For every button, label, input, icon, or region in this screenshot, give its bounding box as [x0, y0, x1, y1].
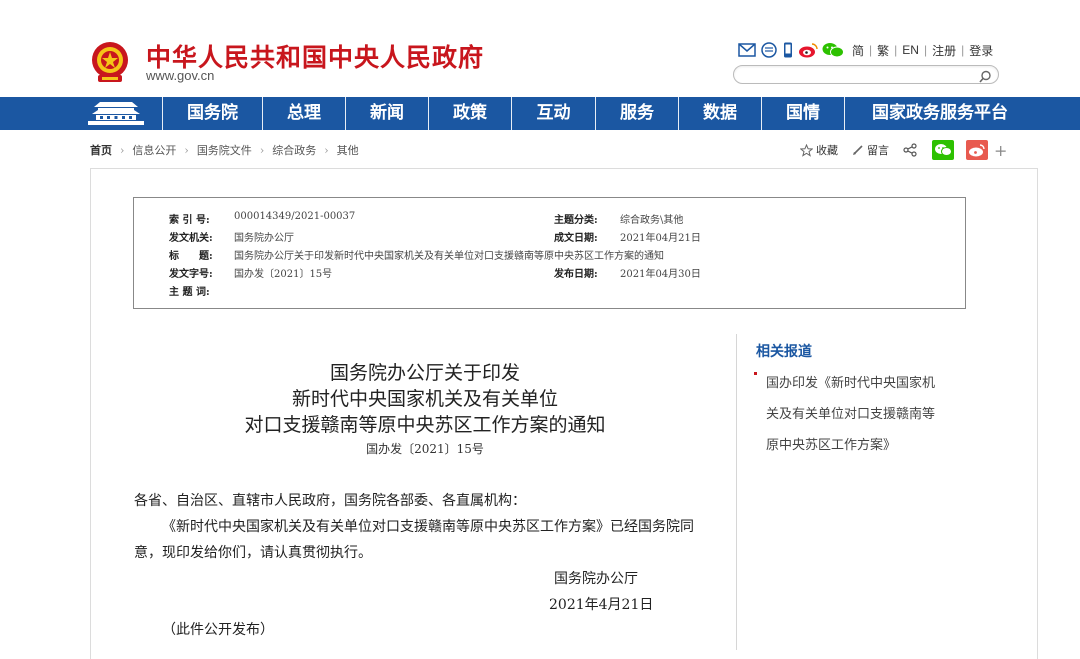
article-title-line-3: 对口支援赣南等原中央苏区工作方案的通知 — [244, 414, 606, 436]
related-item-line-1[interactable]: 国办印发《新时代中央国家机 — [766, 372, 935, 391]
breadcrumb-general-affairs[interactable]: 综合政务 — [272, 142, 316, 158]
related-item-line-2[interactable]: 关及有关单位对口支援赣南等 — [766, 403, 935, 422]
chat-icon[interactable] — [760, 42, 778, 58]
search-icon[interactable] — [979, 68, 992, 83]
share-icon — [903, 143, 917, 157]
created-date-value: 2021年04月21日 — [620, 233, 701, 244]
nav-item-news[interactable]: 新闻 — [346, 97, 428, 130]
title-label: 标 题: — [169, 251, 213, 262]
article-title-line-2: 新时代中央国家机关及有关单位 — [291, 388, 558, 410]
title-value: 国务院办公厅关于印发新时代中央国家机关及有关单位对口支援赣南等原中央苏区工作方案… — [234, 251, 664, 262]
article-doc-number: 国办发〔2021〕15号 — [366, 442, 484, 456]
favorite-label: 收藏 — [816, 144, 838, 157]
breadcrumb-info-disclosure[interactable]: 信息公开 — [132, 142, 176, 158]
chevron-right-icon: › — [184, 143, 189, 157]
comment-button[interactable]: 留言 — [852, 142, 889, 158]
category-value: 综合政务\其他 — [620, 215, 684, 226]
mobile-icon[interactable] — [782, 42, 794, 58]
doc-no-label: 发文字号: — [169, 269, 213, 280]
nav-item-national-info[interactable]: 国情 — [762, 97, 844, 130]
comment-label: 留言 — [867, 144, 889, 157]
search-box — [733, 65, 999, 87]
weibo-share-button[interactable] — [966, 140, 988, 160]
separator: | — [894, 43, 898, 57]
article-paragraph-line-2: 意，现印发给你们，请认真贯彻执行。 — [134, 545, 372, 561]
login-link[interactable]: 登录 — [969, 42, 993, 59]
separator: | — [923, 43, 928, 57]
nav-item-premier[interactable]: 总理 — [263, 97, 345, 130]
published-date-label: 发布日期: — [554, 269, 598, 280]
breadcrumb: 首页 › 信息公开 › 国务院文件 › 综合政务 › 其他 — [90, 142, 359, 158]
nav-item-data[interactable]: 数据 — [679, 97, 761, 130]
simplified-link[interactable]: 简 — [852, 42, 864, 59]
breadcrumb-state-council-docs[interactable]: 国务院文件 — [197, 142, 252, 158]
breadcrumb-other[interactable]: 其他 — [337, 142, 359, 158]
search-input[interactable] — [744, 69, 978, 87]
doc-no-value: 国办发〔2021〕15号 — [234, 269, 333, 280]
national-emblem-icon[interactable] — [90, 40, 130, 84]
chevron-right-icon: › — [120, 143, 125, 157]
nav-item-state-council[interactable]: 国务院 — [163, 97, 262, 130]
sidebar-divider — [736, 334, 737, 650]
breadcrumb-home[interactable]: 首页 — [90, 142, 112, 158]
english-link[interactable]: EN — [902, 43, 919, 57]
site-domain[interactable]: www.gov.cn — [146, 68, 214, 83]
related-reports-title: 相关报道 — [756, 344, 812, 360]
favorite-button[interactable]: 收藏 — [800, 142, 838, 158]
pen-icon — [853, 145, 863, 155]
page-actions: 收藏 留言 + — [800, 139, 1007, 161]
article-title-line-1: 国务院办公厅关于印发 — [329, 362, 520, 384]
bullet-icon — [754, 372, 757, 375]
issuer-value: 国务院办公厅 — [234, 233, 294, 244]
article-paragraph-line-1: 《新时代中央国家机关及有关单位对口支援赣南等原中央苏区工作方案》已经国务院同 — [162, 519, 694, 535]
header-tools: 简 | 繁 | EN | 注册 | 登录 — [738, 41, 993, 59]
document-info-box: 索 引 号: 000014349/2021-00037 主题分类: 综合政务\其… — [133, 197, 966, 309]
article-date: 2021年4月21日 — [549, 597, 654, 613]
weibo-icon — [969, 144, 985, 157]
published-date-value: 2021年04月30日 — [620, 269, 701, 280]
tiananmen-logo-icon[interactable] — [86, 100, 146, 127]
wechat-share-button[interactable] — [932, 140, 954, 160]
chevron-right-icon: › — [259, 143, 265, 157]
wechat-icon — [935, 144, 952, 156]
wechat-icon[interactable] — [822, 42, 844, 58]
mail-icon[interactable] — [738, 42, 756, 58]
register-link[interactable]: 注册 — [932, 42, 956, 59]
share-button[interactable] — [903, 143, 920, 157]
header-links: 简 | 繁 | EN | 注册 | 登录 — [852, 42, 993, 59]
nav-item-service-platform[interactable]: 国家政务服务平台 — [845, 97, 1035, 130]
category-label: 主题分类: — [554, 215, 598, 226]
traditional-link[interactable]: 繁 — [877, 42, 889, 59]
article-signature: 国务院办公厅 — [554, 571, 638, 587]
plus-icon[interactable]: + — [994, 141, 1007, 160]
keywords-label: 主 题 词: — [169, 287, 210, 298]
article-salutation: 各省、自治区、直辖市人民政府，国务院各部委、各直属机构： — [134, 493, 526, 509]
article-note: （此件公开发布） — [162, 622, 274, 638]
nav-item-services[interactable]: 服务 — [596, 97, 678, 130]
star-icon — [800, 143, 813, 157]
separator: | — [869, 43, 873, 57]
nav-item-interaction[interactable]: 互动 — [512, 97, 595, 130]
created-date-label: 成文日期: — [554, 233, 598, 244]
separator: | — [961, 43, 965, 57]
chevron-right-icon: › — [324, 143, 329, 157]
related-item-line-3[interactable]: 原中央苏区工作方案》 — [766, 434, 896, 453]
issuer-label: 发文机关: — [169, 233, 213, 244]
weibo-icon[interactable] — [798, 42, 818, 58]
nav-item-policy[interactable]: 政策 — [429, 97, 511, 130]
index-no-label: 索 引 号: — [169, 215, 210, 226]
index-no-value: 000014349/2021-00037 — [234, 211, 356, 222]
